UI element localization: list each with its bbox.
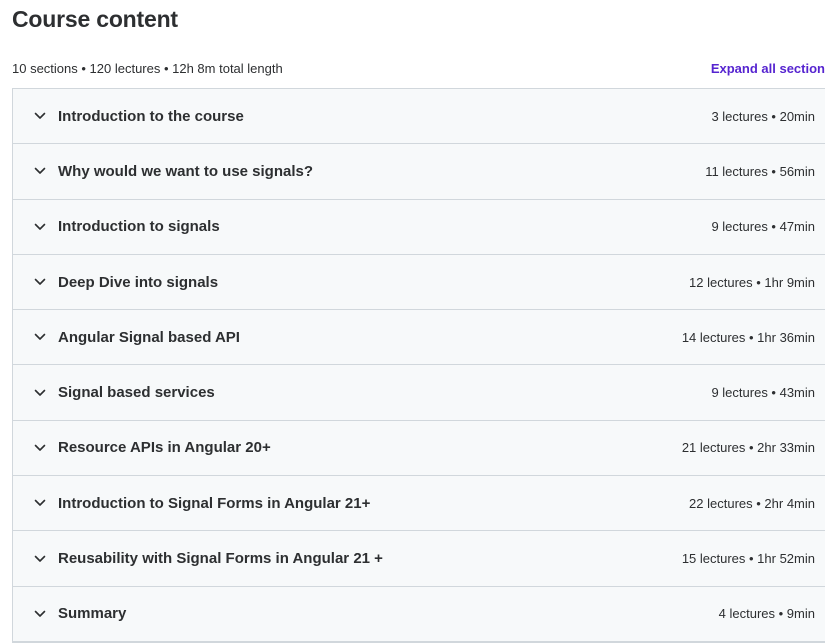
course-content-title: Course content <box>12 6 178 32</box>
chevron-down-icon <box>33 552 47 566</box>
section-title: Resource APIs in Angular 20+ <box>58 439 271 457</box>
section-title: Introduction to Signal Forms in Angular … <box>58 494 371 512</box>
chevron-down-icon <box>33 109 47 123</box>
section-header[interactable]: Introduction to Signal Forms in Angular … <box>13 476 825 532</box>
chevron-down-icon <box>33 275 47 289</box>
section-header[interactable]: Resource APIs in Angular 20+ 21 lectures… <box>13 420 825 477</box>
section-stats: 9 lectures • 47min <box>711 219 815 235</box>
section-title: Why would we want to use signals? <box>58 162 314 180</box>
section-title: Signal based services <box>58 384 215 402</box>
section-list: Introduction to the course 3 lectures • … <box>12 88 825 643</box>
section-stats: 15 lectures • 1hr 52min <box>681 551 815 567</box>
section-header[interactable]: Angular Signal based API 14 lectures • 1… <box>13 310 825 366</box>
section-title: Reusability with Signal Forms in Angular… <box>58 550 383 568</box>
section-stats: 21 lectures • 2hr 33min <box>681 440 815 456</box>
chevron-down-icon <box>33 386 47 400</box>
section-title: Introduction to the course <box>58 107 244 125</box>
section-header[interactable]: Why would we want to use signals? 11 lec… <box>13 144 825 200</box>
chevron-down-icon <box>33 220 47 234</box>
section-title: Summary <box>58 605 127 623</box>
chevron-down-icon <box>33 607 47 621</box>
section-stats: 11 lectures • 56min <box>705 163 815 179</box>
chevron-down-icon <box>33 164 47 178</box>
section-title: Deep Dive into signals <box>58 273 219 291</box>
section-stats: 22 lectures • 2hr 4min <box>689 495 815 511</box>
section-header[interactable]: Reusability with Signal Forms in Angular… <box>13 531 825 587</box>
expand-all-sections-button[interactable]: Expand all section <box>711 61 825 76</box>
course-summary-row: 10 sections • 120 lectures • 12h 8m tota… <box>12 58 825 78</box>
section-header[interactable]: Deep Dive into signals 12 lectures • 1hr… <box>13 254 825 311</box>
section-header[interactable]: Introduction to the course 3 lectures • … <box>13 89 825 145</box>
chevron-down-icon <box>33 496 47 510</box>
section-header[interactable]: Signal based services 9 lectures • 43min <box>13 365 825 421</box>
section-stats: 9 lectures • 43min <box>711 385 815 401</box>
section-header[interactable]: Introduction to signals 9 lectures • 47m… <box>13 199 825 255</box>
section-stats: 12 lectures • 1hr 9min <box>689 274 815 290</box>
section-header[interactable]: Summary 4 lectures • 9min <box>13 586 825 642</box>
section-title: Introduction to signals <box>58 218 220 236</box>
section-stats: 14 lectures • 1hr 36min <box>681 329 815 345</box>
chevron-down-icon <box>33 330 47 344</box>
section-title: Angular Signal based API <box>58 328 240 346</box>
section-stats: 3 lectures • 20min <box>711 108 815 124</box>
section-stats: 4 lectures • 9min <box>718 606 815 622</box>
chevron-down-icon <box>33 441 47 455</box>
course-summary: 10 sections • 120 lectures • 12h 8m tota… <box>12 60 283 76</box>
